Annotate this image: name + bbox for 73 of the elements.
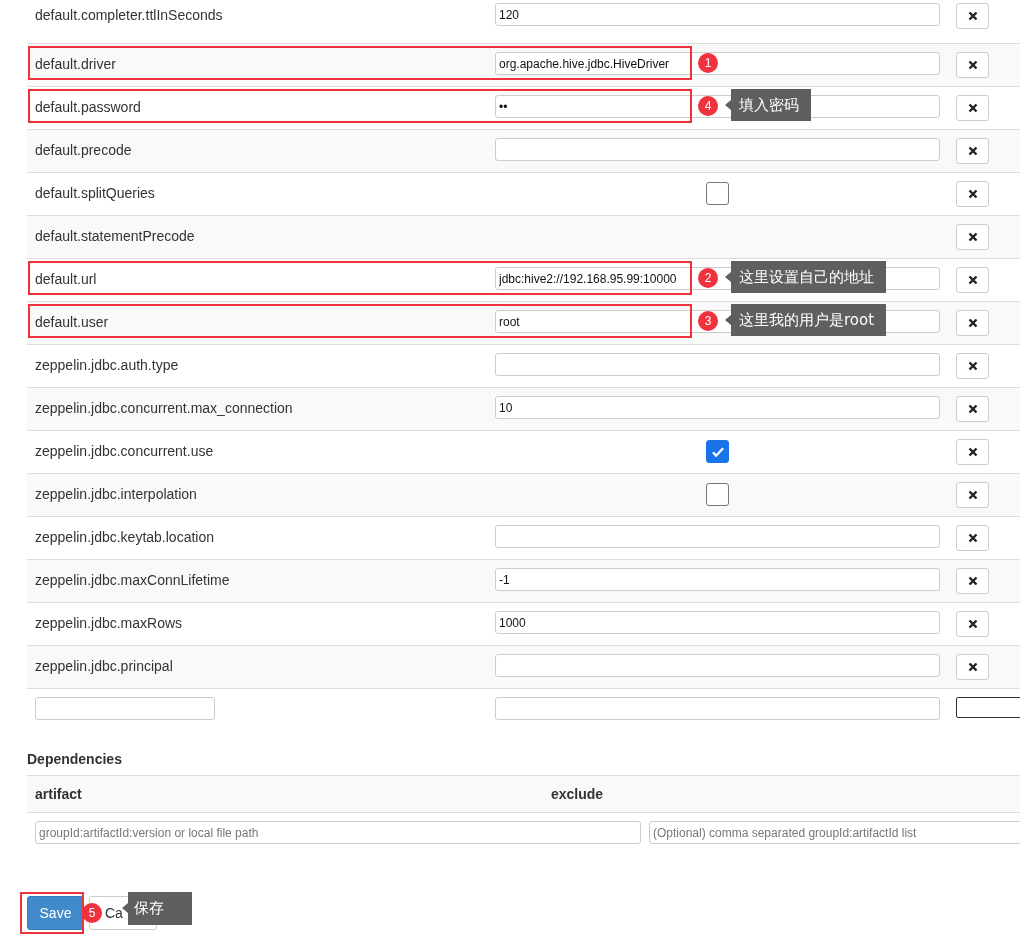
remove-button[interactable] [956,310,989,336]
input-field[interactable]: groupId:artifactId:version or local file path [35,821,641,844]
note-tooltip: 填入密码 [725,89,811,121]
remove-button[interactable] [956,181,989,207]
remove-button[interactable] [956,568,989,594]
note-tooltip: 这里设置自己的地址 [725,261,886,293]
close-icon [967,533,978,543]
property-name: zeppelin.jdbc.concurrent.max_connection [35,399,294,416]
close-icon [967,146,978,156]
column-header: artifact [35,786,83,802]
close-icon [967,361,978,371]
checkbox[interactable] [706,182,729,205]
remove-button[interactable] [956,482,989,508]
checkbox[interactable] [706,483,729,506]
close-icon [967,490,978,500]
input-field[interactable]: (Optional) comma separated groupId:artifactId list [649,821,1020,844]
remove-button[interactable] [956,525,989,551]
type-select[interactable] [956,697,1020,718]
property-name: default.precode [35,141,133,158]
remove-button[interactable] [956,224,989,250]
property-name: zeppelin.jdbc.principal [35,657,174,674]
input-field[interactable] [495,525,940,548]
remove-button[interactable] [956,52,989,78]
close-icon [967,60,978,70]
remove-button[interactable] [956,138,989,164]
property-name: zeppelin.jdbc.auth.type [35,356,180,373]
checkbox[interactable] [706,440,729,463]
close-icon [967,232,978,242]
input-field[interactable] [495,138,940,161]
close-icon [967,576,978,586]
property-name: default.password [35,98,142,115]
close-icon [967,447,978,457]
remove-button[interactable] [956,439,989,465]
property-name: default.user [35,313,110,330]
remove-button[interactable] [956,353,989,379]
input-field[interactable]: 120 [495,3,940,26]
input-field[interactable] [495,353,940,376]
save-button[interactable]: Save [27,896,84,930]
close-icon [967,11,978,21]
remove-button[interactable] [956,654,989,680]
highlight-rect [20,892,84,934]
section-title: Dependencies [27,751,123,767]
close-icon [967,318,978,328]
property-name: default.splitQueries [35,184,156,201]
property-name: default.completer.ttlInSeconds [35,6,224,23]
property-name: default.statementPrecode [35,227,196,244]
close-icon [967,404,978,414]
name-field[interactable] [35,697,215,720]
remove-button[interactable] [956,611,989,637]
remove-button[interactable] [956,3,989,29]
property-name: default.driver [35,55,117,72]
column-header: exclude [551,786,605,802]
remove-button[interactable] [956,267,989,293]
property-name: zeppelin.jdbc.maxRows [35,614,184,631]
property-name: zeppelin.jdbc.concurrent.use [35,442,215,459]
input-field[interactable] [495,654,940,677]
input-field[interactable]: 10 [495,396,940,419]
close-icon [967,189,978,199]
note-tooltip: 这里我的用户是root [725,304,887,336]
property-name: zeppelin.jdbc.keytab.location [35,528,215,545]
close-icon [967,619,978,629]
close-icon [967,103,978,113]
note-tooltip: 保存 [122,892,192,925]
close-icon [967,275,978,285]
property-name: zeppelin.jdbc.interpolation [35,485,198,502]
property-name: zeppelin.jdbc.maxConnLifetime [35,571,231,588]
remove-button[interactable] [956,95,989,121]
input-field[interactable]: -1 [495,568,940,591]
value-field[interactable] [495,697,940,720]
close-icon [967,662,978,672]
property-name: default.url [35,270,98,287]
remove-button[interactable] [956,396,989,422]
input-field[interactable]: 1000 [495,611,940,634]
